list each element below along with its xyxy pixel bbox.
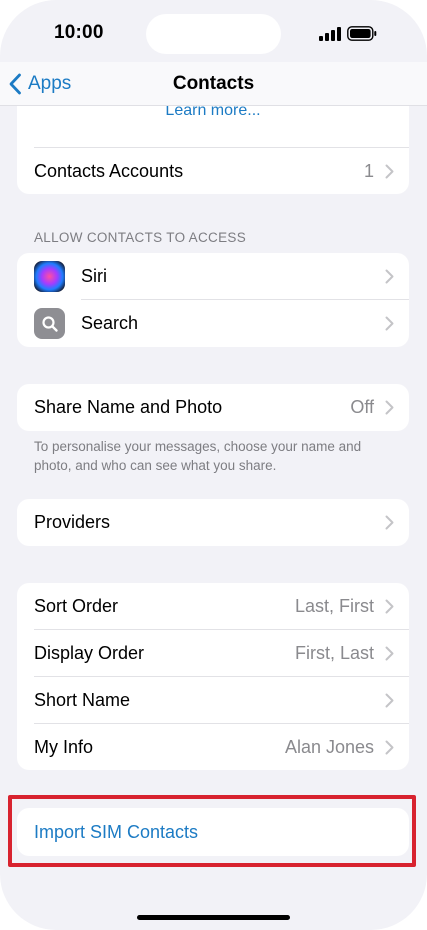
row-label: Siri bbox=[81, 266, 107, 286]
highlight-annotation-box bbox=[8, 795, 416, 867]
dynamic-island bbox=[146, 14, 281, 54]
search-row[interactable]: Search bbox=[17, 300, 409, 347]
row-label: Search bbox=[81, 313, 139, 333]
phone-screen: 10:00 Apps Contacts Learn more... Contac… bbox=[0, 0, 427, 930]
contacts-accounts-row[interactable]: Contacts Accounts 1 bbox=[17, 148, 409, 194]
short-name-row[interactable]: Short Name bbox=[17, 677, 409, 724]
chevron-right-icon bbox=[385, 599, 394, 614]
chevron-right-icon bbox=[385, 400, 394, 415]
status-bar: 10:00 bbox=[0, 0, 427, 62]
home-indicator[interactable] bbox=[137, 915, 290, 920]
row-label: Display Order bbox=[34, 643, 145, 663]
page-title: Contacts bbox=[172, 73, 255, 94]
section-header-access: ALLOW CONTACTS TO ACCESS bbox=[34, 230, 246, 245]
providers-card: Providers bbox=[17, 499, 409, 546]
chevron-right-icon bbox=[385, 693, 394, 708]
navigation-bar: Apps Contacts bbox=[0, 62, 427, 106]
magnifier-icon bbox=[34, 308, 65, 339]
share-footer-text: To personalise your messages, choose you… bbox=[34, 439, 362, 473]
row-label: Contacts Accounts bbox=[34, 161, 184, 181]
status-time: 10:00 bbox=[54, 22, 104, 43]
row-value: First, Last bbox=[294, 643, 374, 663]
display-order-row[interactable]: Display Order First, Last bbox=[17, 630, 409, 677]
row-value: Off bbox=[350, 397, 374, 417]
row-value: 1 bbox=[363, 161, 374, 181]
chevron-right-icon bbox=[385, 646, 394, 661]
siri-icon bbox=[34, 261, 65, 292]
access-card: Siri Search bbox=[17, 253, 409, 347]
row-label: Short Name bbox=[34, 690, 131, 710]
row-label: Share Name and Photo bbox=[34, 397, 223, 417]
battery-icon bbox=[347, 26, 377, 41]
row-value: Last, First bbox=[294, 596, 374, 616]
settings-card: Sort Order Last, First Display Order Fir… bbox=[17, 583, 409, 770]
share-card: Share Name and Photo Off bbox=[17, 384, 409, 431]
chevron-right-icon bbox=[385, 740, 394, 755]
providers-row[interactable]: Providers bbox=[17, 499, 409, 546]
siri-row[interactable]: Siri bbox=[17, 253, 409, 300]
cellular-signal-icon bbox=[319, 27, 341, 41]
chevron-right-icon bbox=[385, 515, 394, 530]
sort-order-row[interactable]: Sort Order Last, First bbox=[17, 583, 409, 630]
row-label: Providers bbox=[34, 512, 111, 532]
row-label: Sort Order bbox=[34, 596, 119, 616]
share-name-photo-row[interactable]: Share Name and Photo Off bbox=[17, 384, 409, 431]
chevron-right-icon bbox=[385, 164, 394, 179]
row-label: My Info bbox=[34, 737, 94, 757]
chevron-right-icon bbox=[385, 269, 394, 284]
chevron-right-icon bbox=[385, 316, 394, 331]
my-info-row[interactable]: My Info Alan Jones bbox=[17, 724, 409, 770]
row-value: Alan Jones bbox=[284, 737, 374, 757]
